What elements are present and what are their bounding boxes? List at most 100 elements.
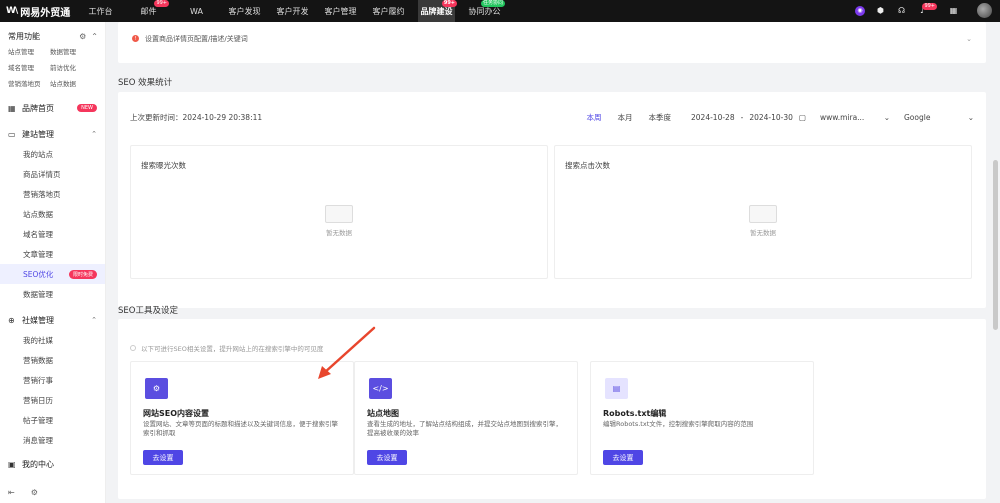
sidebar-item[interactable]: 营销日历 [0, 390, 105, 410]
chevron-down-icon: ⌄ [967, 113, 974, 122]
settings-icon[interactable]: ⚙ [79, 32, 86, 41]
chevron-up-icon[interactable]: ⌃ [91, 32, 98, 41]
sidebar-item[interactable]: 商品详情页 [0, 164, 105, 184]
sidebar-item[interactable]: 帖子管理 [0, 410, 105, 430]
stats-toolbar: 上次更新时间：2024-10-29 20:38:11 本周 本月 本季度 2024-… [130, 112, 974, 123]
empty-state: 暂无数据 [749, 205, 777, 237]
sidebar-item[interactable]: 数据管理 [0, 284, 105, 304]
page-scrollbar[interactable] [993, 160, 998, 330]
collapse-icon[interactable]: ⇤ [8, 488, 15, 497]
nav-badge: 99+ [154, 0, 169, 7]
sidebar-item[interactable]: 我的站点 [0, 144, 105, 164]
app-logo[interactable]: W\ 网易外贸通 [0, 4, 82, 19]
go-setup-button[interactable]: 去设置 [603, 450, 643, 465]
sidebar-section-site-management[interactable]: ▭ 建站管理 ⌃ [0, 124, 105, 144]
free-badge: 限时免费 [68, 269, 97, 279]
sidebar-footer: ⇤ ⚙ [8, 488, 38, 497]
empty-box-icon [325, 205, 353, 223]
seo-hint-row[interactable]: ! 设置商品详情页配置/描述/关键词 ⌄ [132, 34, 972, 43]
calendar-icon: ▢ [798, 113, 806, 122]
chevron-down-icon: ⌄ [966, 34, 972, 43]
tool-card-robots[interactable]: ▤ Robots.txt编辑 编辑Robots.txt文件，控制搜索引擎爬取内容… [590, 361, 814, 475]
quick-link[interactable]: 站点数据 [50, 78, 92, 88]
nav-badge: 99+ [441, 0, 457, 7]
sidebar-item[interactable]: 域名管理 [0, 224, 105, 244]
sidebar: 常用功能 ⚙ ⌃ 站点管理 数据管理 域名管理 前访优化 营销落地页 站点数据 ▦ 品牌首页… [0, 22, 106, 503]
sidebar-item[interactable]: 营销数据 [0, 350, 105, 370]
headset-icon[interactable]: ☊ [896, 5, 907, 16]
bell-icon[interactable]: ♪ 99+ [917, 3, 937, 16]
chevron-up-icon: ⌃ [91, 316, 97, 324]
sidebar-item[interactable]: 站点数据 [0, 204, 105, 224]
last-updated-text: 上次更新时间：2024-10-29 20:38:11 [130, 113, 263, 122]
seo-tools-card: 以下可进行SEO相关设置，提升网站上的在搜索引擎中的可见度 ⚙ 网站SEO内容设… [118, 319, 986, 499]
site-select[interactable]: www.mira... ⌄ [820, 113, 890, 122]
folder-icon: ▣ [8, 459, 16, 469]
sidebar-item[interactable]: 营销落地页 [0, 184, 105, 204]
clicks-panel: 搜索点击次数 暂无数据 [554, 145, 972, 279]
tool-card-sitemap[interactable]: </> 站点地图 查看生成的地址，了解站点结构组成，并提交站点地图到搜索引擎，提… [354, 361, 578, 475]
notify-badge: 99+ [922, 3, 937, 10]
date-range-picker[interactable]: 2024-10-28 - 2024-10-30 ▢ [691, 113, 806, 122]
cube-icon[interactable]: ⬢ [875, 5, 886, 16]
sidebar-item[interactable]: 消息管理 [0, 430, 105, 450]
nav-item[interactable]: 品牌建设 99+ [418, 0, 457, 22]
engine-select[interactable]: Google ⌄ [904, 113, 974, 122]
nav-item[interactable]: 协同办公 任务协同 [466, 0, 505, 22]
gear-icon: ⚙ [145, 378, 168, 399]
nav-item[interactable]: WA [178, 0, 215, 22]
quick-link[interactable]: 前访优化 [50, 62, 92, 72]
chevron-down-icon: ⌄ [883, 113, 890, 122]
sidebar-item[interactable]: 文章管理 [0, 244, 105, 264]
quick-link[interactable]: 数据管理 [50, 46, 92, 56]
seo-stats-title: SEO 效果统计 [118, 78, 173, 88]
common-functions-header: 常用功能 ⚙ ⌃ [8, 32, 98, 41]
main-nav: 工作台 邮件 99+ WA 客户发现 客户开发 客户管理 客户履约 品牌建设 99+ 协同办公 任务协… [82, 0, 514, 22]
range-tab[interactable]: 本周 [579, 112, 610, 123]
sidebar-item-my-center[interactable]: ▣ 我的中心 [0, 454, 105, 474]
range-tab[interactable]: 本季度 [641, 112, 680, 123]
quick-link[interactable]: 域名管理 [8, 62, 50, 72]
ai-assistant-icon[interactable]: ◉ [855, 5, 865, 16]
top-navigation-bar: W\ 网易外贸通 工作台 邮件 99+ WA 客户发现 客户开发 客户管理 客户履约 品牌建设 9… [0, 0, 1000, 22]
warning-icon: ! [132, 35, 139, 42]
nav-item[interactable]: 客户履约 [370, 0, 407, 22]
nav-item[interactable]: 客户发现 [226, 0, 263, 22]
seo-stats-card: 上次更新时间：2024-10-29 20:38:11 本周 本月 本季度 2024-… [118, 92, 986, 308]
range-tab[interactable]: 本月 [610, 112, 641, 123]
seo-tools-title: SEO工具及设定 [118, 306, 178, 316]
tools-hint: 以下可进行SEO相关设置，提升网站上的在搜索引擎中的可见度 [130, 343, 323, 353]
go-setup-button[interactable]: 去设置 [367, 450, 407, 465]
grid-icon: ▦ [8, 103, 16, 113]
txt-file-icon: ▤ [605, 378, 628, 399]
info-icon [130, 345, 136, 351]
nav-item[interactable]: 客户管理 [322, 0, 359, 22]
settings-icon[interactable]: ⚙ [31, 488, 38, 497]
sidebar-section-social-media[interactable]: ⊕ 社媒管理 ⌃ [0, 310, 105, 330]
share-icon: ⊕ [8, 315, 15, 325]
sidebar-item[interactable]: 营销行事 [0, 370, 105, 390]
go-setup-button[interactable]: 去设置 [143, 450, 183, 465]
monitor-icon: ▭ [8, 129, 16, 139]
tool-card-seo-content[interactable]: ⚙ 网站SEO内容设置 设置网站、文章等页面的标题和描述以及关键词信息，便于搜索… [130, 361, 354, 475]
sidebar-item[interactable]: 我的社媒 [0, 330, 105, 350]
quick-link[interactable]: 站点管理 [8, 46, 50, 56]
hint-card: ! 设置商品详情页配置/描述/关键词 ⌄ [118, 22, 986, 63]
user-avatar[interactable] [977, 3, 992, 18]
quick-links: 站点管理 数据管理 域名管理 前访优化 营销落地页 站点数据 [0, 42, 105, 88]
grid-apps-icon[interactable]: ▦ [948, 5, 959, 16]
nav-item[interactable]: 客户开发 [274, 0, 311, 22]
empty-box-icon [749, 205, 777, 223]
chevron-up-icon: ⌃ [91, 130, 97, 138]
empty-state: 暂无数据 [325, 205, 353, 237]
impressions-panel: 搜索曝光次数 暂无数据 [130, 145, 548, 279]
nav-item[interactable]: 工作台 [82, 0, 119, 22]
new-badge: NEW [77, 104, 97, 112]
nav-badge: 任务协同 [480, 0, 505, 7]
quick-link[interactable]: 营销落地页 [8, 78, 50, 88]
sidebar-item-brand-home[interactable]: ▦ 品牌首页 NEW [0, 98, 105, 118]
nav-item[interactable]: 邮件 99+ [130, 0, 169, 22]
code-icon: </> [369, 378, 392, 399]
top-icons: ◉ ⬢ ☊ ♪ 99+ ▦ [855, 3, 992, 18]
sidebar-item[interactable]: SEO优化 限时免费 [0, 264, 105, 284]
